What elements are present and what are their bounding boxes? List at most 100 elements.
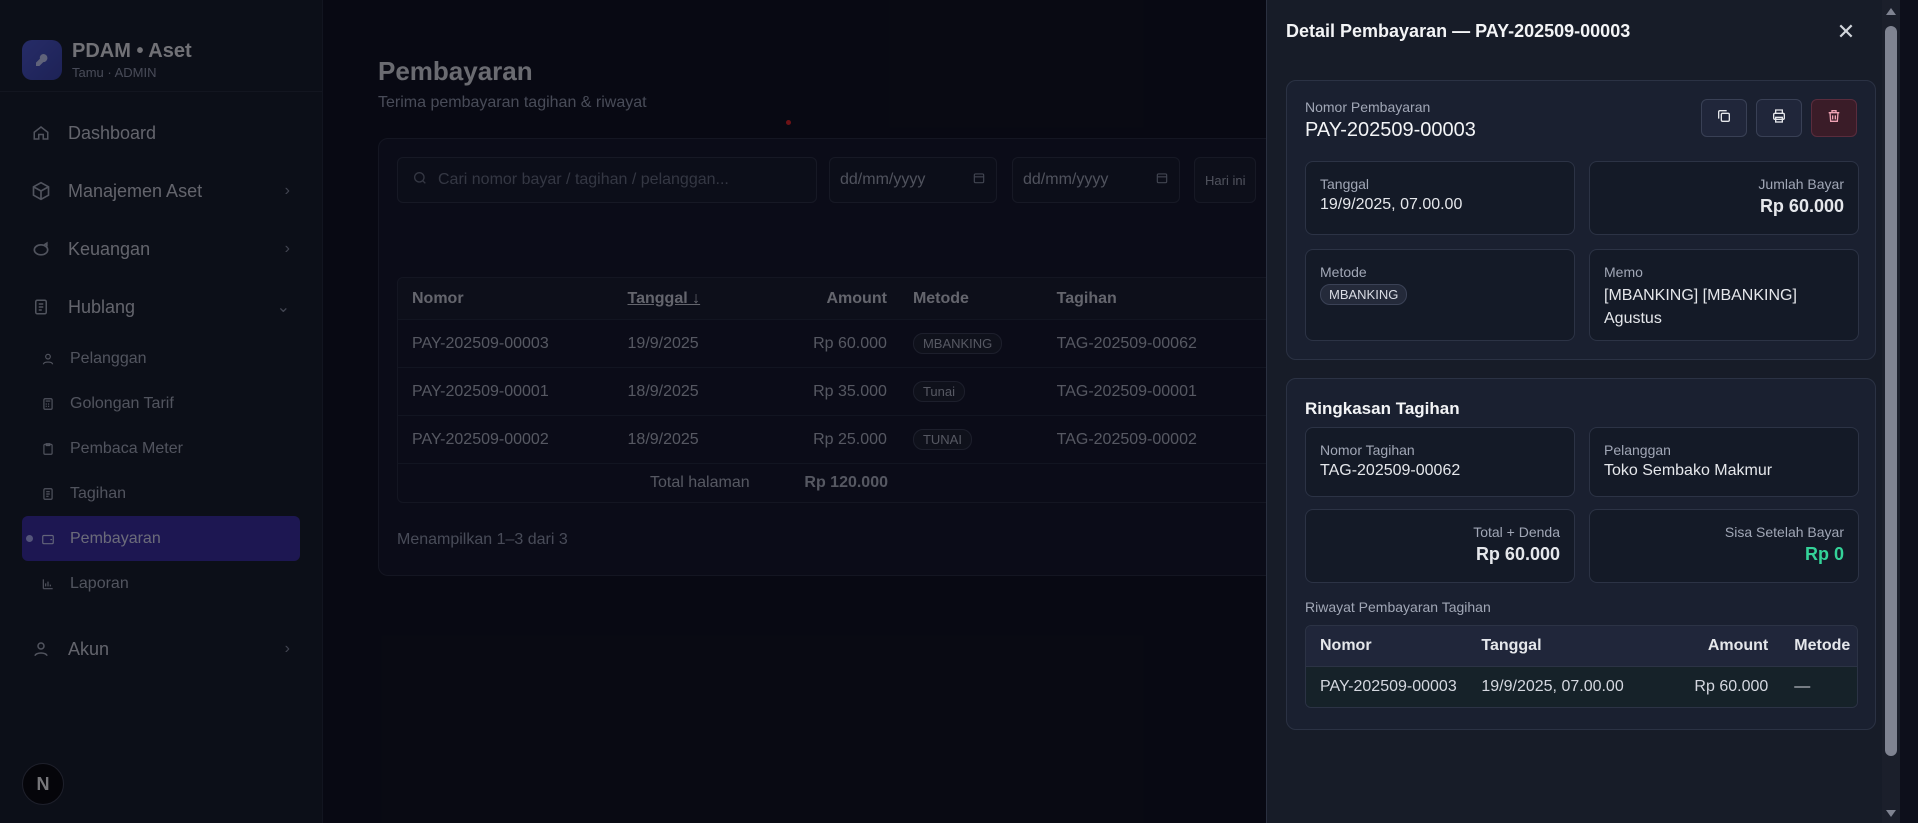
sidebar-item-label: Laporan bbox=[70, 574, 129, 592]
sidebar-item-golongan-tarif[interactable]: Golongan Tarif bbox=[22, 381, 300, 426]
date-to-input[interactable]: dd/mm/yyyy bbox=[1012, 157, 1180, 203]
total-denda-box: Total + Denda Rp 60.000 bbox=[1305, 509, 1575, 583]
drawer-scrollbar[interactable] bbox=[1882, 0, 1900, 823]
printer-icon bbox=[1771, 108, 1787, 129]
sidebar-item-hublang[interactable]: Hublang ⌄ bbox=[22, 278, 300, 336]
nomor-tagihan-box: Nomor Tagihan TAG-202509-00062 bbox=[1305, 427, 1575, 497]
close-icon[interactable]: ✕ bbox=[1832, 18, 1860, 46]
page-title: Pembayaran bbox=[378, 56, 533, 86]
table-footer: Total halaman Rp 120.000 bbox=[398, 464, 1336, 502]
jumlah-bayar-box: Jumlah Bayar Rp 60.000 bbox=[1589, 161, 1859, 235]
sidebar-item-label: Manajemen Aset bbox=[68, 180, 203, 201]
payment-history-table: Nomor Tanggal Amount Metode PAY-202509-0… bbox=[1305, 625, 1858, 708]
payments-card: Cari nomor bayar / tagihan / pelanggan..… bbox=[378, 138, 1348, 576]
search-input[interactable]: Cari nomor bayar / tagihan / pelanggan..… bbox=[397, 157, 817, 203]
trash-icon bbox=[1826, 108, 1842, 129]
tanggal-box: Tanggal 19/9/2025, 07.00.00 bbox=[1305, 161, 1575, 235]
payments-table: Nomor Tanggal ↓ Amount Metode Tagihan PA… bbox=[397, 277, 1337, 503]
cell-nomor: PAY-202509-00002 bbox=[412, 430, 549, 448]
date-to-value: dd/mm/yyyy bbox=[1023, 171, 1109, 188]
cell-tanggal: 19/9/2025 bbox=[627, 334, 699, 352]
metode-badge: MBANKING bbox=[1320, 284, 1408, 305]
sidebar-item-keuangan[interactable]: Keuangan › bbox=[22, 220, 300, 278]
history-col-metode: Metode bbox=[1794, 637, 1851, 654]
chevron-right-icon: › bbox=[284, 240, 290, 257]
drawer-title: Detail Pembayaran — PAY-202509-00003 bbox=[1286, 21, 1631, 41]
sidebar-nav: Dashboard Manajemen Aset › Keuangan › Hu… bbox=[0, 92, 322, 690]
indicator-dot bbox=[786, 120, 791, 125]
sidebar-item-label: Akun bbox=[68, 638, 110, 659]
sidebar-item-tagihan[interactable]: Tagihan bbox=[22, 471, 300, 516]
chevron-down-icon: ⌄ bbox=[276, 299, 290, 316]
table-row[interactable]: PAY-202509-00002 18/9/2025 Rp 25.000 TUN… bbox=[398, 416, 1336, 464]
pelanggan-box: Pelanggan Toko Sembako Makmur bbox=[1589, 427, 1859, 497]
sidebar-item-pelanggan[interactable]: Pelanggan bbox=[22, 336, 300, 381]
sidebar-item-pembaca-meter[interactable]: Pembaca Meter bbox=[22, 426, 300, 471]
history-col-tanggal: Tanggal bbox=[1481, 637, 1542, 654]
date-from-input[interactable]: dd/mm/yyyy bbox=[829, 157, 997, 203]
table-header: Nomor Tanggal ↓ Amount Metode Tagihan bbox=[398, 278, 1336, 320]
print-button[interactable] bbox=[1756, 99, 1802, 137]
home-icon bbox=[30, 122, 52, 144]
jumlah-bayar-value: Rp 60.000 bbox=[1759, 196, 1844, 216]
sidebar-item-pembayaran[interactable]: Pembayaran bbox=[22, 516, 300, 561]
document-icon bbox=[40, 486, 56, 502]
table-row[interactable]: PAY-202509-00001 18/9/2025 Rp 35.000 Tun… bbox=[398, 368, 1336, 416]
nomor-pembayaran-label: Nomor Pembayaran bbox=[1305, 99, 1431, 115]
sidebar-item-label: Pembayaran bbox=[70, 529, 161, 547]
history-cell-metode: — bbox=[1794, 678, 1811, 695]
sidebar-item-dashboard[interactable]: Dashboard bbox=[22, 104, 300, 162]
scrollbar-thumb[interactable] bbox=[1885, 26, 1897, 756]
app-root: PDAM • Aset Tamu · ADMIN Dashboard Manaj… bbox=[0, 0, 1918, 823]
delete-button[interactable] bbox=[1811, 99, 1857, 137]
col-metode[interactable]: Metode bbox=[887, 290, 1057, 308]
user-icon bbox=[30, 638, 52, 660]
copy-button[interactable] bbox=[1701, 99, 1747, 137]
calculator-icon bbox=[40, 396, 56, 412]
page-subtitle: Terima pembayaran tagihan & riwayat bbox=[378, 94, 647, 111]
method-badge: Tunai bbox=[912, 381, 965, 402]
cell-tanggal: 18/9/2025 bbox=[627, 382, 699, 400]
history-cell-tanggal: 19/9/2025, 07.00.00 bbox=[1481, 678, 1624, 695]
metode-box: Metode MBANKING bbox=[1305, 249, 1575, 341]
tanggal-label: Tanggal bbox=[1320, 176, 1370, 192]
sisa-label: Sisa Setelah Bayar bbox=[1724, 524, 1844, 540]
today-button[interactable]: Hari ini bbox=[1194, 157, 1257, 203]
history-col-nomor: Nomor bbox=[1320, 637, 1372, 654]
sidebar-item-label: Dashboard bbox=[68, 122, 157, 143]
method-badge: TUNAI bbox=[912, 429, 972, 450]
payment-info-panel: Nomor Pembayaran PAY-202509-00003 Tangga bbox=[1286, 80, 1876, 360]
brand-title: PDAM • Aset bbox=[72, 39, 192, 62]
sidebar-item-akun[interactable]: Akun › bbox=[22, 620, 300, 678]
sidebar-item-manajemen-aset[interactable]: Manajemen Aset › bbox=[22, 162, 300, 220]
clipboard-icon bbox=[40, 441, 56, 457]
memo-label: Memo bbox=[1604, 264, 1643, 280]
total-denda-label: Total + Denda bbox=[1473, 524, 1560, 540]
search-icon bbox=[412, 170, 428, 191]
memo-value: [MBANKING] [MBANKING] Agustus bbox=[1604, 287, 1797, 327]
col-nomor[interactable]: Nomor bbox=[398, 290, 628, 308]
cell-amount: Rp 35.000 bbox=[813, 382, 887, 400]
scroll-up-arrow-icon[interactable] bbox=[1886, 8, 1896, 15]
sidebar: PDAM • Aset Tamu · ADMIN Dashboard Manaj… bbox=[0, 0, 323, 823]
history-cell-nomor: PAY-202509-00003 bbox=[1320, 678, 1457, 695]
sidebar-item-label: Hublang bbox=[68, 296, 136, 317]
sidebar-item-laporan[interactable]: Laporan bbox=[22, 561, 300, 606]
history-header: Nomor Tanggal Amount Metode bbox=[1306, 626, 1857, 666]
sidebar-item-label: Pelanggan bbox=[70, 349, 147, 367]
cell-nomor: PAY-202509-00003 bbox=[412, 334, 549, 352]
scroll-down-arrow-icon[interactable] bbox=[1886, 810, 1896, 817]
col-amount[interactable]: Amount bbox=[777, 290, 887, 308]
ringkasan-title: Ringkasan Tagihan bbox=[1305, 399, 1460, 418]
jumlah-bayar-label: Jumlah Bayar bbox=[1758, 176, 1844, 192]
nextjs-badge[interactable]: N bbox=[22, 763, 64, 805]
table-row[interactable]: PAY-202509-00003 19/9/2025, 07.00.00 Rp … bbox=[1306, 666, 1857, 707]
col-tanggal[interactable]: Tanggal ↓ bbox=[628, 290, 778, 308]
table-row[interactable]: PAY-202509-00003 19/9/2025 Rp 60.000 MBA… bbox=[398, 320, 1336, 368]
calendar-icon bbox=[1155, 171, 1169, 190]
total-denda-value: Rp 60.000 bbox=[1475, 544, 1560, 564]
cell-amount: Rp 60.000 bbox=[813, 334, 887, 352]
history-col-amount: Amount bbox=[1707, 637, 1769, 654]
total-value: Rp 120.000 bbox=[804, 474, 888, 491]
pelanggan-label: Pelanggan bbox=[1604, 442, 1671, 458]
